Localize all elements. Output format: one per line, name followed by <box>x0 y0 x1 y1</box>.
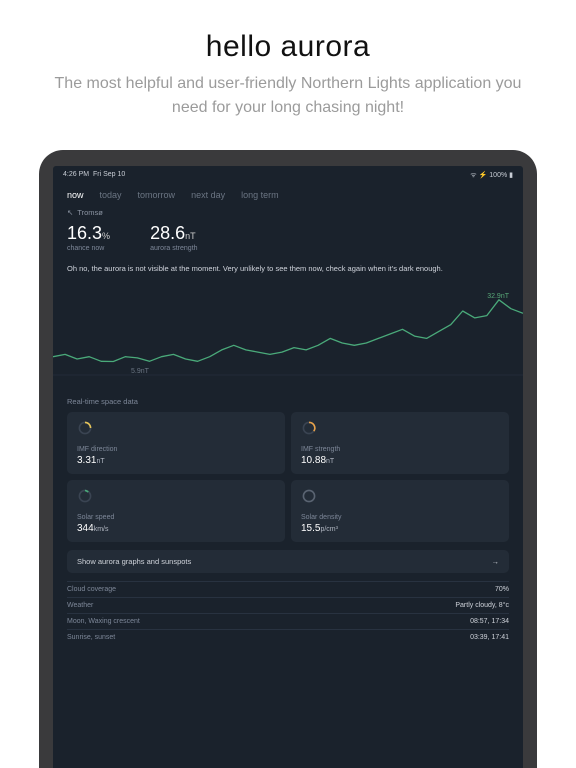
metric-aurora-strength: 28.6nT aurora strength <box>150 223 197 252</box>
metric-chance-now: 16.3% chance now <box>67 223 110 252</box>
section-title-realtime: Real-time space data <box>53 393 523 412</box>
show-graphs-button[interactable]: Show aurora graphs and sunspots → <box>67 550 509 573</box>
aurora-line-chart: 32.9nT 5.9nT <box>53 287 523 383</box>
location-arrow-icon: ↖ <box>67 208 73 217</box>
tab-now[interactable]: now <box>67 190 84 200</box>
app-title: hello aurora <box>50 30 526 64</box>
marketing-header: hello aurora The most helpful and user-f… <box>0 0 576 144</box>
battery-bar-icon: ▮ <box>509 172 513 179</box>
chart-high-label: 32.9nT <box>487 293 509 300</box>
location-name: Tromsø <box>77 208 103 217</box>
arrow-right-icon: → <box>492 557 500 566</box>
battery-icon: ⚡ <box>479 172 488 179</box>
gauge-icon <box>77 488 93 504</box>
tablet-frame: 4:26 PM Fri Sep 10 ᯤ ⚡ 100% ▮ now today … <box>39 150 537 768</box>
row-sun: Sunrise, sunset 03:39, 17:41 <box>67 629 509 645</box>
status-right: ᯤ ⚡ 100% ▮ <box>470 171 513 180</box>
meta-rows: Cloud coverage 70% Weather Partly cloudy… <box>53 579 523 647</box>
card-imf-strength[interactable]: IMF strength 10.88nT <box>291 412 509 474</box>
card-solar-speed[interactable]: Solar speed 344km/s <box>67 480 285 542</box>
row-weather: Weather Partly cloudy, 8°c <box>67 597 509 613</box>
metrics-row: 16.3% chance now 28.6nT aurora strength <box>53 219 523 260</box>
location-row[interactable]: ↖ Tromsø <box>53 208 523 219</box>
status-message: Oh no, the aurora is not visible at the … <box>53 260 523 283</box>
app-subtitle: The most helpful and user-friendly North… <box>50 72 526 120</box>
row-moon: Moon, Waxing crescent 08:57, 17:34 <box>67 613 509 629</box>
app-screen: 4:26 PM Fri Sep 10 ᯤ ⚡ 100% ▮ now today … <box>53 166 523 768</box>
space-data-cards: IMF direction 3.31nT IMF strength 10.88n… <box>53 412 523 542</box>
card-imf-direction[interactable]: IMF direction 3.31nT <box>67 412 285 474</box>
status-bar: 4:26 PM Fri Sep 10 ᯤ ⚡ 100% ▮ <box>53 166 523 180</box>
gauge-icon <box>77 420 93 436</box>
card-solar-density[interactable]: Solar density 15.5p/cm³ <box>291 480 509 542</box>
wifi-icon: ᯤ <box>470 172 476 179</box>
tab-today[interactable]: today <box>100 190 122 200</box>
tab-long-term[interactable]: long term <box>241 190 279 200</box>
tab-next-day[interactable]: next day <box>191 190 225 200</box>
tabs: now today tomorrow next day long term <box>53 180 523 208</box>
gauge-icon <box>301 488 317 504</box>
status-time: 4:26 PM Fri Sep 10 <box>63 171 125 180</box>
row-cloud-coverage: Cloud coverage 70% <box>67 581 509 597</box>
gauge-icon <box>301 420 317 436</box>
chart-low-label: 5.9nT <box>131 368 149 375</box>
tab-tomorrow[interactable]: tomorrow <box>138 190 176 200</box>
